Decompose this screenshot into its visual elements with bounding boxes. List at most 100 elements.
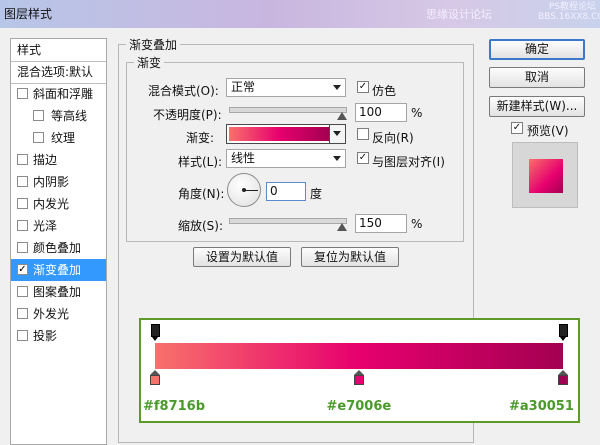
color-stop-swatch xyxy=(150,375,160,385)
gradient-overlay-title: 渐变叠加 xyxy=(126,36,181,53)
sidebar-item-checkbox[interactable] xyxy=(17,176,28,187)
opacity-slider-thumb[interactable] xyxy=(337,112,347,120)
gradient-bar[interactable] xyxy=(155,343,563,369)
opacity-stop[interactable] xyxy=(558,324,568,341)
angle-input[interactable]: 0 xyxy=(266,182,306,201)
dither-label: 仿色 xyxy=(372,84,397,98)
opacity-stop[interactable] xyxy=(150,324,160,341)
reverse-checkbox[interactable] xyxy=(357,128,369,140)
sidebar-item[interactable]: 样式 xyxy=(11,39,106,62)
chevron-down-icon xyxy=(333,156,341,161)
angle-unit: 度 xyxy=(310,187,323,201)
align-layer-checkbox[interactable]: ✓ xyxy=(357,152,369,164)
opacity-label: 不透明度(P): xyxy=(153,108,222,122)
sidebar-item-checkbox[interactable] xyxy=(33,110,44,121)
sidebar-item[interactable]: 光泽 xyxy=(11,215,106,237)
watermark-site-line1: PS教程论坛 xyxy=(548,2,596,12)
style-list: 样式混合选项:默认斜面和浮雕等高线纹理描边内阴影内发光光泽颜色叠加 ✓ 渐变叠加图案… xyxy=(10,38,107,445)
sidebar-item-checkbox[interactable] xyxy=(17,308,28,319)
scale-slider-track[interactable] xyxy=(229,218,347,224)
title-bar: 图层样式 思缘设计论坛 PS教程论坛 BBS.16XX8.COM xyxy=(0,0,600,28)
sidebar-item-label: 斜面和浮雕 xyxy=(33,87,94,101)
ok-button[interactable]: 确定 xyxy=(489,39,585,60)
sidebar-item-label: 颜色叠加 xyxy=(33,241,82,255)
sidebar-item[interactable]: 内发光 xyxy=(11,193,106,215)
align-layer-label: 与图层对齐(I) xyxy=(372,155,445,169)
sidebar-item[interactable]: 图案叠加 xyxy=(11,281,106,303)
sidebar-item[interactable]: ✓ 渐变叠加 xyxy=(11,259,106,281)
sidebar-item-checkbox[interactable]: ✓ xyxy=(17,264,28,275)
watermark-text: 思缘设计论坛 xyxy=(426,8,492,21)
sidebar-item-label: 渐变叠加 xyxy=(33,263,82,277)
color-stop-hex: #f8716b xyxy=(143,399,206,414)
sidebar-item-label: 投影 xyxy=(33,329,58,343)
gradient-picker-swatch xyxy=(229,127,329,141)
sidebar-item-checkbox[interactable] xyxy=(17,286,28,297)
gradient-picker-dropdown[interactable] xyxy=(329,125,345,143)
watermark-site-line2: BBS.16XX8.COM xyxy=(538,12,600,22)
scale-slider-thumb[interactable] xyxy=(337,223,347,231)
sidebar-item[interactable]: 内阴影 xyxy=(11,171,106,193)
scale-value: 150 xyxy=(359,216,382,230)
style-label: 样式(L): xyxy=(178,155,223,169)
sidebar-item-checkbox[interactable] xyxy=(33,132,44,143)
sidebar-item[interactable]: 颜色叠加 xyxy=(11,237,106,259)
blend-mode-select[interactable]: 正常 xyxy=(226,78,346,97)
scale-label: 缩放(S): xyxy=(178,219,224,233)
sidebar-item-label: 光泽 xyxy=(33,219,58,233)
color-stop[interactable] xyxy=(558,370,568,386)
sidebar-item-label: 图案叠加 xyxy=(33,285,82,299)
sidebar-item-label: 纹理 xyxy=(51,131,76,145)
scale-input[interactable]: 150 xyxy=(355,214,407,233)
sidebar-item[interactable]: 混合选项:默认 xyxy=(11,61,106,84)
opacity-slider-track[interactable] xyxy=(229,107,347,113)
angle-dial-center xyxy=(242,188,246,192)
sidebar-item[interactable]: 描边 xyxy=(11,149,106,171)
new-style-button[interactable]: 新建样式(W)... xyxy=(489,96,585,117)
style-value: 线性 xyxy=(231,151,256,165)
gradient-picker[interactable] xyxy=(226,124,346,144)
watermark-site: PS教程论坛 BBS.16XX8.COM xyxy=(538,2,600,22)
sidebar-item-label: 样式 xyxy=(17,43,42,57)
preview-label: 预览(V) xyxy=(527,124,569,138)
sidebar-item-checkbox[interactable] xyxy=(17,242,28,253)
preview-swatch xyxy=(529,159,563,193)
sidebar-item-checkbox[interactable] xyxy=(17,154,28,165)
style-select[interactable]: 线性 xyxy=(226,149,346,168)
sidebar-item[interactable]: 外发光 xyxy=(11,303,106,325)
sidebar-item[interactable]: 斜面和浮雕 xyxy=(11,83,106,105)
color-stop-hex: #a30051 xyxy=(509,399,574,414)
sidebar-item-label: 等高线 xyxy=(51,109,88,123)
color-stop-swatch xyxy=(558,375,568,385)
sidebar-item[interactable]: 纹理 xyxy=(11,127,106,149)
opacity-unit: % xyxy=(411,106,423,120)
blend-mode-value: 正常 xyxy=(231,80,256,94)
sidebar-item-checkbox[interactable] xyxy=(17,198,28,209)
sidebar-item-checkbox[interactable] xyxy=(17,330,28,341)
gradient-editor-panel: #f8716b #e7006e #a30051 xyxy=(139,318,580,423)
sidebar-item-label: 内阴影 xyxy=(33,175,70,189)
opacity-input[interactable]: 100 xyxy=(355,103,407,122)
make-default-button[interactable]: 设置为默认值 xyxy=(193,247,291,267)
preview-checkbox[interactable]: ✓ xyxy=(511,122,523,134)
sidebar-item-label: 混合选项:默认 xyxy=(17,65,94,79)
window-title: 图层样式 xyxy=(4,7,53,21)
angle-dial-needle xyxy=(244,190,258,191)
check-icon: ✓ xyxy=(358,152,368,163)
preview-thumbnail xyxy=(512,142,578,208)
sidebar-item-label: 描边 xyxy=(33,153,58,167)
cancel-button[interactable]: 取消 xyxy=(489,67,585,88)
color-stop-hex: #e7006e xyxy=(326,399,392,414)
check-icon: ✓ xyxy=(512,122,522,133)
sidebar-item[interactable]: 等高线 xyxy=(11,105,106,127)
gradient-subgroup-title: 渐变 xyxy=(134,54,165,71)
sidebar-item-checkbox[interactable] xyxy=(17,88,28,99)
sidebar-item[interactable]: 投影 xyxy=(11,325,106,347)
dither-checkbox[interactable]: ✓ xyxy=(357,81,369,93)
color-stop[interactable] xyxy=(354,370,364,386)
angle-dial[interactable] xyxy=(227,173,261,207)
color-stop[interactable] xyxy=(150,370,160,386)
sidebar-item-checkbox[interactable] xyxy=(17,220,28,231)
angle-value: 0 xyxy=(270,184,278,198)
reset-default-button[interactable]: 复位为默认值 xyxy=(301,247,399,267)
